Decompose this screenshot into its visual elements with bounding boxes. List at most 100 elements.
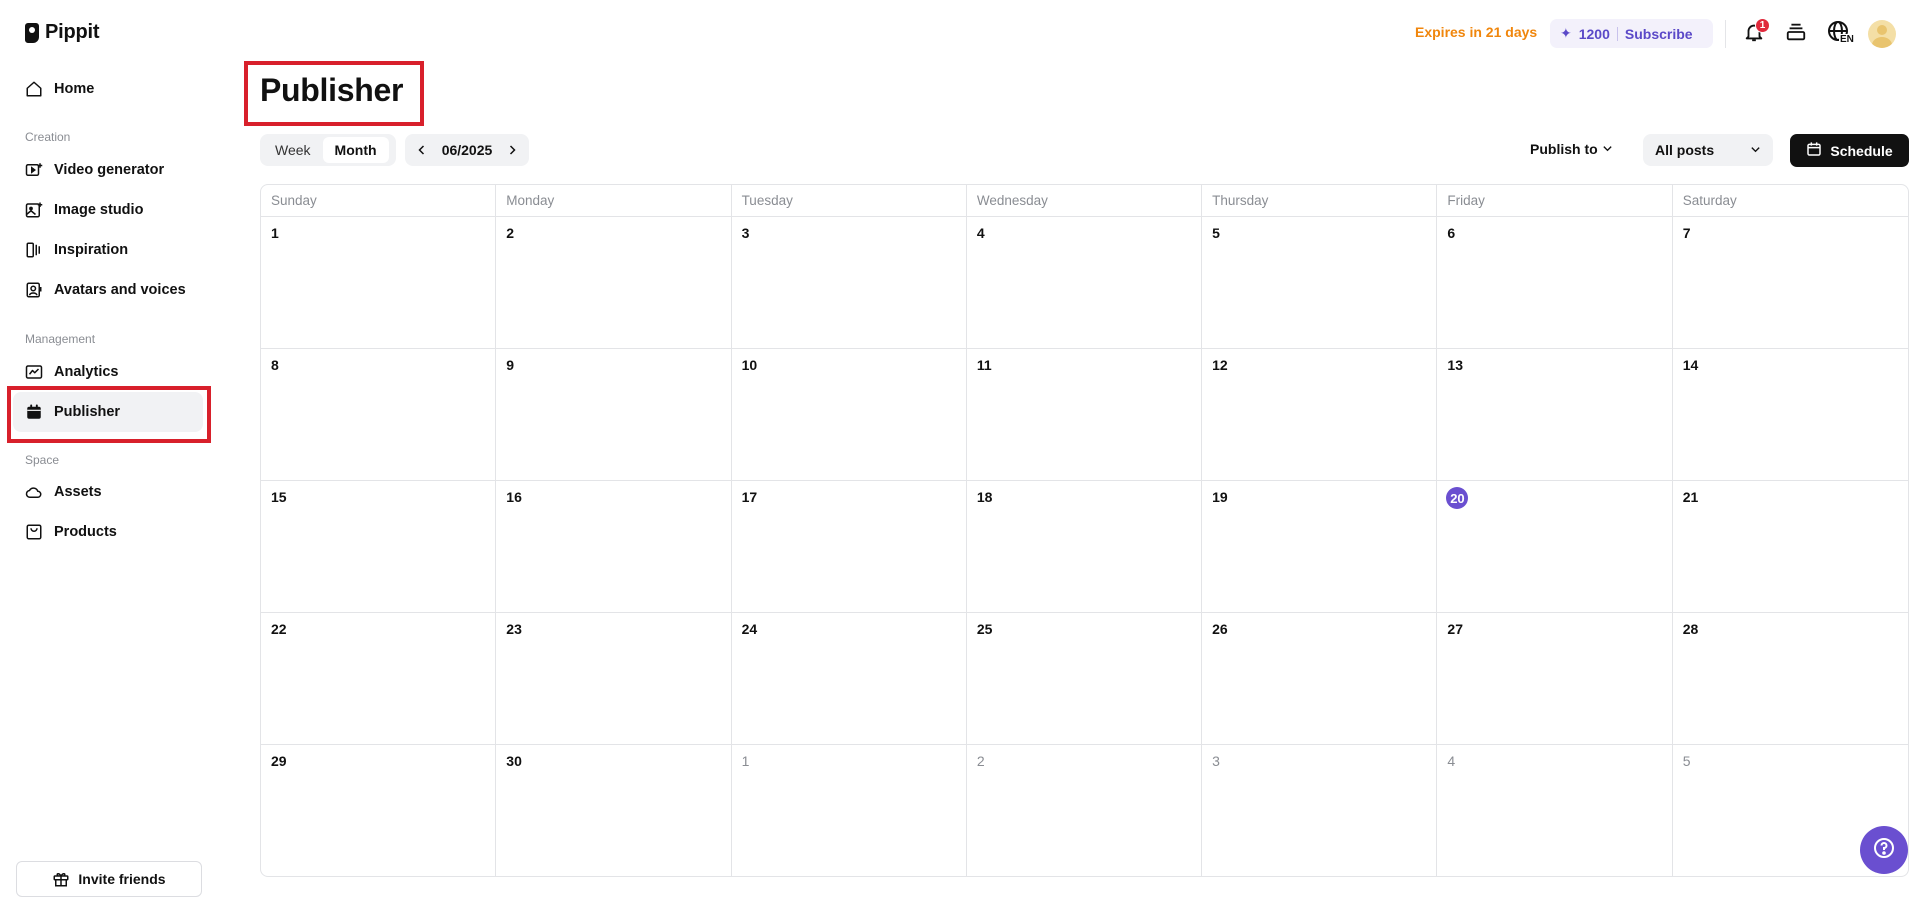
sidebar-item-avatars-and-voices[interactable]: Avatars and voices bbox=[13, 270, 203, 310]
sidebar-item-video-generator[interactable]: Video generator bbox=[13, 150, 203, 190]
section-label-space: Space bbox=[25, 453, 60, 467]
calendar-day[interactable]: 4 bbox=[966, 217, 1203, 349]
day-number: 4 bbox=[976, 225, 985, 241]
calendar-day[interactable]: 3 bbox=[731, 217, 967, 349]
calendar-day[interactable]: 2 bbox=[967, 745, 1203, 876]
gift-icon bbox=[52, 870, 70, 888]
credits-pill[interactable]: ✦ 1200 Subscribe bbox=[1550, 19, 1713, 48]
calendar-day[interactable]: 21 bbox=[1672, 481, 1908, 613]
calendar-day[interactable]: 26 bbox=[1202, 613, 1438, 745]
chevron-right-icon[interactable] bbox=[505, 143, 519, 157]
highlight-publisher-nav bbox=[7, 386, 211, 443]
calendar-day[interactable]: 24 bbox=[731, 613, 967, 745]
sidebar-item-image-studio[interactable]: Image studio bbox=[13, 190, 203, 230]
calendar-day[interactable]: 30 bbox=[496, 745, 732, 876]
calendar-day[interactable]: 11 bbox=[966, 349, 1203, 481]
day-number: 2 bbox=[506, 225, 515, 241]
day-number: 12 bbox=[1212, 357, 1228, 373]
current-period: 06/2025 bbox=[441, 142, 493, 158]
invite-friends-button[interactable]: Invite friends bbox=[16, 861, 202, 897]
calendar-day[interactable]: 10 bbox=[731, 349, 967, 481]
day-number: 24 bbox=[741, 621, 758, 637]
day-number: 1 bbox=[271, 225, 279, 241]
calendar-day[interactable]: 6 bbox=[1437, 217, 1673, 349]
notifications-button[interactable]: 1 bbox=[1740, 18, 1770, 48]
calendar-day[interactable]: 7 bbox=[1672, 217, 1908, 349]
calendar-day[interactable]: 13 bbox=[1437, 349, 1673, 481]
calendar-day[interactable]: 3 bbox=[1202, 745, 1438, 876]
day-number: 30 bbox=[506, 753, 522, 769]
sidebar-item-label: Video generator bbox=[54, 162, 165, 178]
day-number: 11 bbox=[976, 357, 992, 373]
bag-icon bbox=[25, 523, 43, 541]
calendar-day[interactable]: 5 bbox=[1202, 217, 1438, 349]
publish-to-label: Publish to bbox=[1530, 141, 1598, 157]
calendar-day[interactable]: 17 bbox=[731, 481, 967, 613]
day-number: 17 bbox=[741, 489, 758, 505]
calendar-day[interactable]: 22 bbox=[261, 613, 497, 745]
sidebar-item-products[interactable]: Products bbox=[13, 512, 203, 552]
day-number: 4 bbox=[1447, 753, 1456, 769]
day-number: 3 bbox=[1212, 753, 1220, 769]
calendar-day[interactable]: 29 bbox=[261, 745, 497, 876]
day-number: 10 bbox=[741, 357, 758, 373]
weekday-header: Sunday Monday Tuesday Wednesday Thursday Frid… bbox=[261, 185, 1908, 217]
calendar-day[interactable]: 4 bbox=[1437, 745, 1673, 876]
language-button[interactable]: EN bbox=[1822, 20, 1856, 48]
day-number: 5 bbox=[1212, 225, 1220, 241]
pippit-logo[interactable]: Pippit bbox=[25, 21, 100, 44]
calendar-day[interactable]: 2 bbox=[496, 217, 732, 349]
expires-notice[interactable]: Expires in 21 days bbox=[1415, 24, 1537, 40]
schedule-button[interactable]: Schedule bbox=[1790, 134, 1909, 167]
cloud-icon bbox=[25, 483, 43, 501]
sidebar-item-label: Products bbox=[54, 524, 117, 540]
sidebar-item-home[interactable]: Home bbox=[13, 69, 203, 109]
calendar-day[interactable]: 9 bbox=[496, 349, 732, 481]
sparkle-icon: ✦ bbox=[1560, 25, 1572, 41]
calendar-day[interactable]: 23 bbox=[496, 613, 732, 745]
pill-divider bbox=[1616, 26, 1618, 41]
weekday-label: Sunday bbox=[261, 185, 497, 216]
day-number: 9 bbox=[506, 357, 515, 373]
schedule-label: Schedule bbox=[1830, 142, 1893, 159]
layers-button[interactable] bbox=[1782, 20, 1810, 48]
help-icon bbox=[1872, 836, 1896, 865]
day-number: 3 bbox=[741, 225, 750, 241]
calendar-day-today[interactable]: 20 bbox=[1437, 481, 1673, 613]
weekday-label: Saturday bbox=[1682, 193, 1737, 208]
user-avatar[interactable] bbox=[1868, 20, 1896, 48]
calendar-day[interactable]: 19 bbox=[1202, 481, 1438, 613]
app-name: Pippit bbox=[45, 21, 100, 43]
calendar-day[interactable]: 28 bbox=[1672, 613, 1908, 745]
calendar-day[interactable]: 1 bbox=[732, 745, 967, 876]
calendar-day[interactable]: 25 bbox=[966, 613, 1203, 745]
sidebar-item-label: Avatars and voices bbox=[54, 282, 186, 298]
chevron-left-icon[interactable] bbox=[415, 143, 429, 157]
calendar-day[interactable]: 12 bbox=[1202, 349, 1438, 481]
post-filter-value: All posts bbox=[1655, 142, 1715, 158]
calendar-day[interactable]: 16 bbox=[496, 481, 732, 613]
calendar-day[interactable]: 18 bbox=[966, 481, 1203, 613]
view-week-option[interactable]: Week bbox=[263, 137, 323, 163]
weekday-label: Wednesday bbox=[967, 185, 1203, 216]
sidebar-item-inspiration[interactable]: Inspiration bbox=[13, 230, 203, 270]
subscribe-link[interactable]: Subscribe bbox=[1625, 26, 1693, 42]
day-number: 5 bbox=[1682, 753, 1691, 769]
calendar-day[interactable]: 14 bbox=[1672, 349, 1908, 481]
home-icon bbox=[25, 80, 43, 98]
help-button[interactable] bbox=[1860, 826, 1908, 874]
sidebar-item-assets[interactable]: Assets bbox=[13, 472, 203, 512]
day-number: 25 bbox=[976, 621, 993, 637]
sidebar-item-label: Image studio bbox=[54, 202, 144, 218]
calendar-day[interactable]: 1 bbox=[261, 217, 497, 349]
publish-to-dropdown[interactable]: Publish to bbox=[1530, 141, 1613, 157]
calendar-day[interactable]: 27 bbox=[1437, 613, 1673, 745]
weekday-label: Friday bbox=[1437, 185, 1673, 216]
post-filter-select[interactable]: All posts bbox=[1643, 134, 1773, 166]
section-label-management: Management bbox=[25, 332, 96, 346]
calendar-day[interactable]: 8 bbox=[261, 349, 497, 481]
day-number: 19 bbox=[1212, 489, 1228, 505]
sidebar-item-label: Home bbox=[54, 81, 95, 97]
view-month-option[interactable]: Month bbox=[322, 137, 389, 163]
calendar-day[interactable]: 15 bbox=[261, 481, 497, 613]
